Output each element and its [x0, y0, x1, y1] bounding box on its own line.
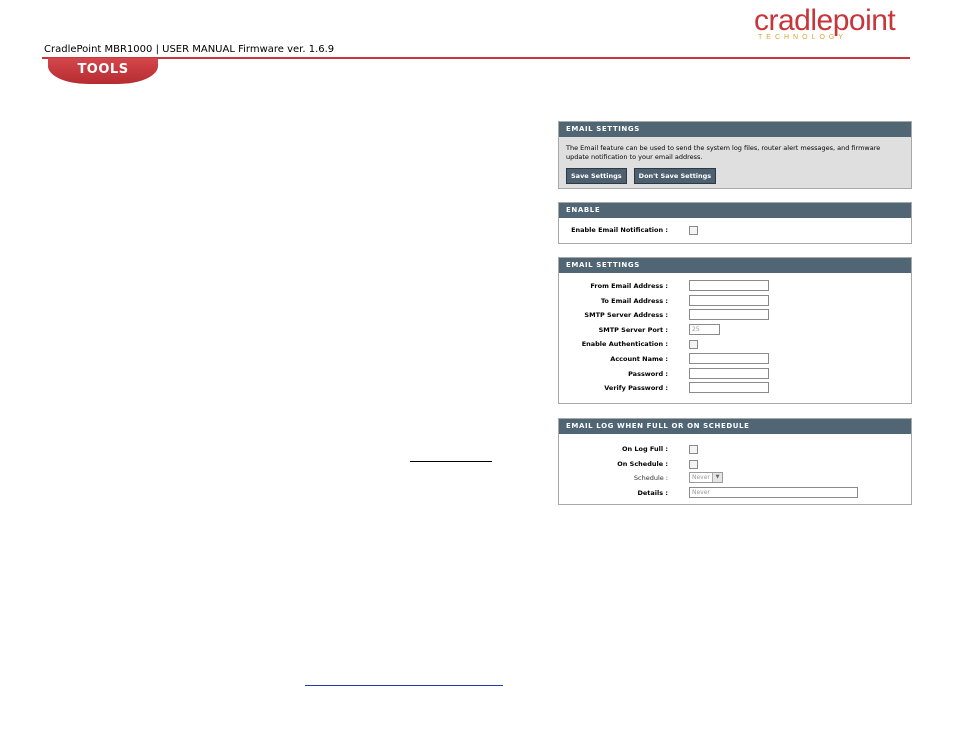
on-schedule-checkbox[interactable]: [689, 459, 698, 469]
link-underline: [305, 685, 503, 686]
to-email-input[interactable]: [689, 294, 769, 306]
panel-title: EMAIL SETTINGS: [559, 122, 911, 137]
account-name-label: Account Name :: [610, 354, 668, 363]
document-header: CradlePoint MBR1000 | USER MANUAL Firmwa…: [44, 44, 335, 55]
from-email-label: From Email Address :: [590, 282, 668, 290]
chevron-down-icon: ▼: [712, 473, 722, 483]
on-schedule-label: On Schedule :: [617, 459, 668, 468]
email-intro-panel: EMAIL SETTINGS The Email feature can be …: [558, 121, 912, 189]
panel-title: EMAIL LOG WHEN FULL OR ON SCHEDULE: [559, 419, 911, 434]
logo-sub: TECHNOLOGY: [758, 34, 848, 41]
enable-auth-label: Enable Authentication :: [581, 340, 668, 349]
on-log-full-checkbox[interactable]: [689, 445, 698, 454]
panel-title: EMAIL SETTINGS: [559, 258, 911, 273]
to-email-label: To Email Address :: [600, 296, 668, 305]
account-name-input[interactable]: [689, 352, 769, 364]
password-input[interactable]: [689, 367, 769, 379]
schedule-select[interactable]: Never ▼: [689, 472, 723, 484]
panel-title: ENABLE: [559, 203, 911, 218]
verify-password-input[interactable]: [689, 382, 769, 394]
section-tab-label: TOOLS: [77, 62, 129, 77]
enable-panel: ENABLE Enable Email Notification :: [558, 202, 912, 244]
smtp-server-input[interactable]: [689, 309, 769, 321]
on-log-full-label: On Log Full :: [621, 445, 668, 453]
smtp-port-label: SMTP Server Port :: [598, 325, 668, 334]
smtp-server-label: SMTP Server Address :: [584, 311, 668, 320]
enable-email-label: Enable Email Notification :: [571, 226, 668, 234]
underline-rule: [410, 461, 492, 462]
enable-auth-checkbox[interactable]: [689, 340, 698, 350]
dont-save-settings-button[interactable]: Don't Save Settings: [633, 168, 717, 184]
logo-word: cradlepoint: [754, 4, 896, 37]
schedule-label: Schedule :: [633, 474, 668, 483]
details-input[interactable]: Never: [689, 486, 858, 498]
cradlepoint-logo: cradlepoint TECHNOLOGY: [752, 4, 904, 42]
details-label: Details :: [637, 488, 669, 497]
save-settings-button[interactable]: Save Settings: [566, 168, 627, 184]
header-rule: [42, 57, 910, 59]
schedule-select-value: Never: [692, 474, 710, 482]
email-settings-panel: EMAIL SETTINGS From Email Address : To E…: [558, 257, 912, 404]
enable-email-checkbox[interactable]: [689, 226, 698, 235]
verify-password-label: Verify Password :: [604, 384, 668, 393]
smtp-port-input[interactable]: 25: [689, 323, 720, 335]
from-email-input[interactable]: [689, 280, 769, 291]
password-label: Password :: [628, 369, 668, 378]
email-log-panel: EMAIL LOG WHEN FULL OR ON SCHEDULE On Lo…: [558, 418, 912, 505]
section-tab: TOOLS: [48, 58, 158, 84]
panel-description: The Email feature can be used to send th…: [566, 144, 881, 161]
